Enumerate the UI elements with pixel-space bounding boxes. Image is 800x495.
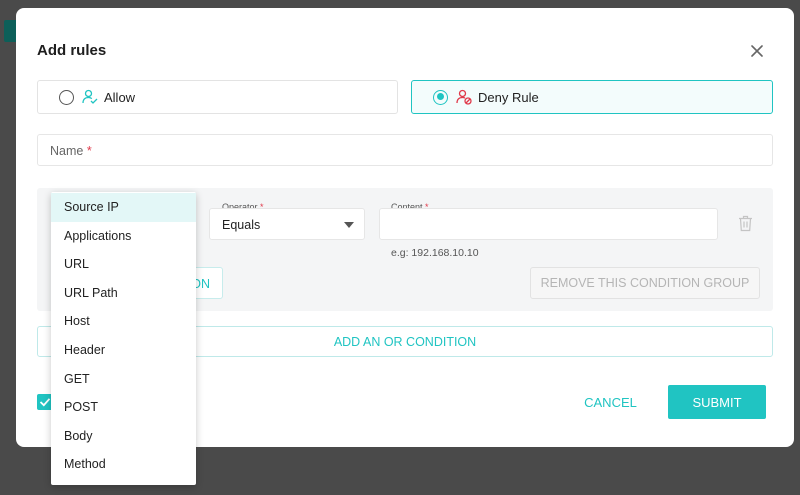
dropdown-option[interactable]: URL Path xyxy=(51,279,196,308)
dropdown-option[interactable]: POST xyxy=(51,393,196,422)
submit-button[interactable]: SUBMIT xyxy=(668,385,766,419)
content-input[interactable] xyxy=(379,208,718,240)
check-icon xyxy=(39,398,51,407)
dropdown-option[interactable]: Method xyxy=(51,450,196,479)
deny-radio[interactable] xyxy=(433,89,448,105)
allow-label: Allow xyxy=(104,89,136,105)
user-check-icon xyxy=(82,89,98,105)
operator-value: Equals xyxy=(222,218,261,232)
dropdown-option[interactable]: Source IP xyxy=(51,193,196,222)
rule-type-allow[interactable]: Allow xyxy=(37,80,398,114)
allow-radio[interactable] xyxy=(59,89,74,105)
name-placeholder: Name * xyxy=(50,144,92,158)
cancel-button[interactable]: CANCEL xyxy=(577,385,644,419)
dropdown-option[interactable]: Applications xyxy=(51,222,196,251)
caret-down-icon xyxy=(344,222,354,228)
remove-condition-group-button[interactable]: REMOVE THIS CONDITION GROUP xyxy=(530,267,760,299)
content-hint: e.g: 192.168.10.10 xyxy=(391,247,479,259)
field-dropdown: Source IP Applications URL URL Path Host… xyxy=(51,192,196,485)
deny-label: Deny Rule xyxy=(478,89,539,105)
dropdown-option[interactable]: Host xyxy=(51,307,196,336)
user-block-icon xyxy=(456,89,472,105)
operator-select[interactable]: Equals xyxy=(209,208,365,240)
name-input[interactable]: Name * xyxy=(37,134,773,166)
dropdown-option[interactable]: Body xyxy=(51,422,196,451)
close-icon[interactable] xyxy=(748,42,766,60)
dropdown-option[interactable]: GET xyxy=(51,365,196,394)
dropdown-option[interactable]: URL xyxy=(51,250,196,279)
trash-icon[interactable] xyxy=(738,215,753,232)
modal-title: Add rules xyxy=(37,42,107,59)
rule-type-deny[interactable]: Deny Rule xyxy=(411,80,773,114)
dropdown-option[interactable]: Header xyxy=(51,336,196,365)
